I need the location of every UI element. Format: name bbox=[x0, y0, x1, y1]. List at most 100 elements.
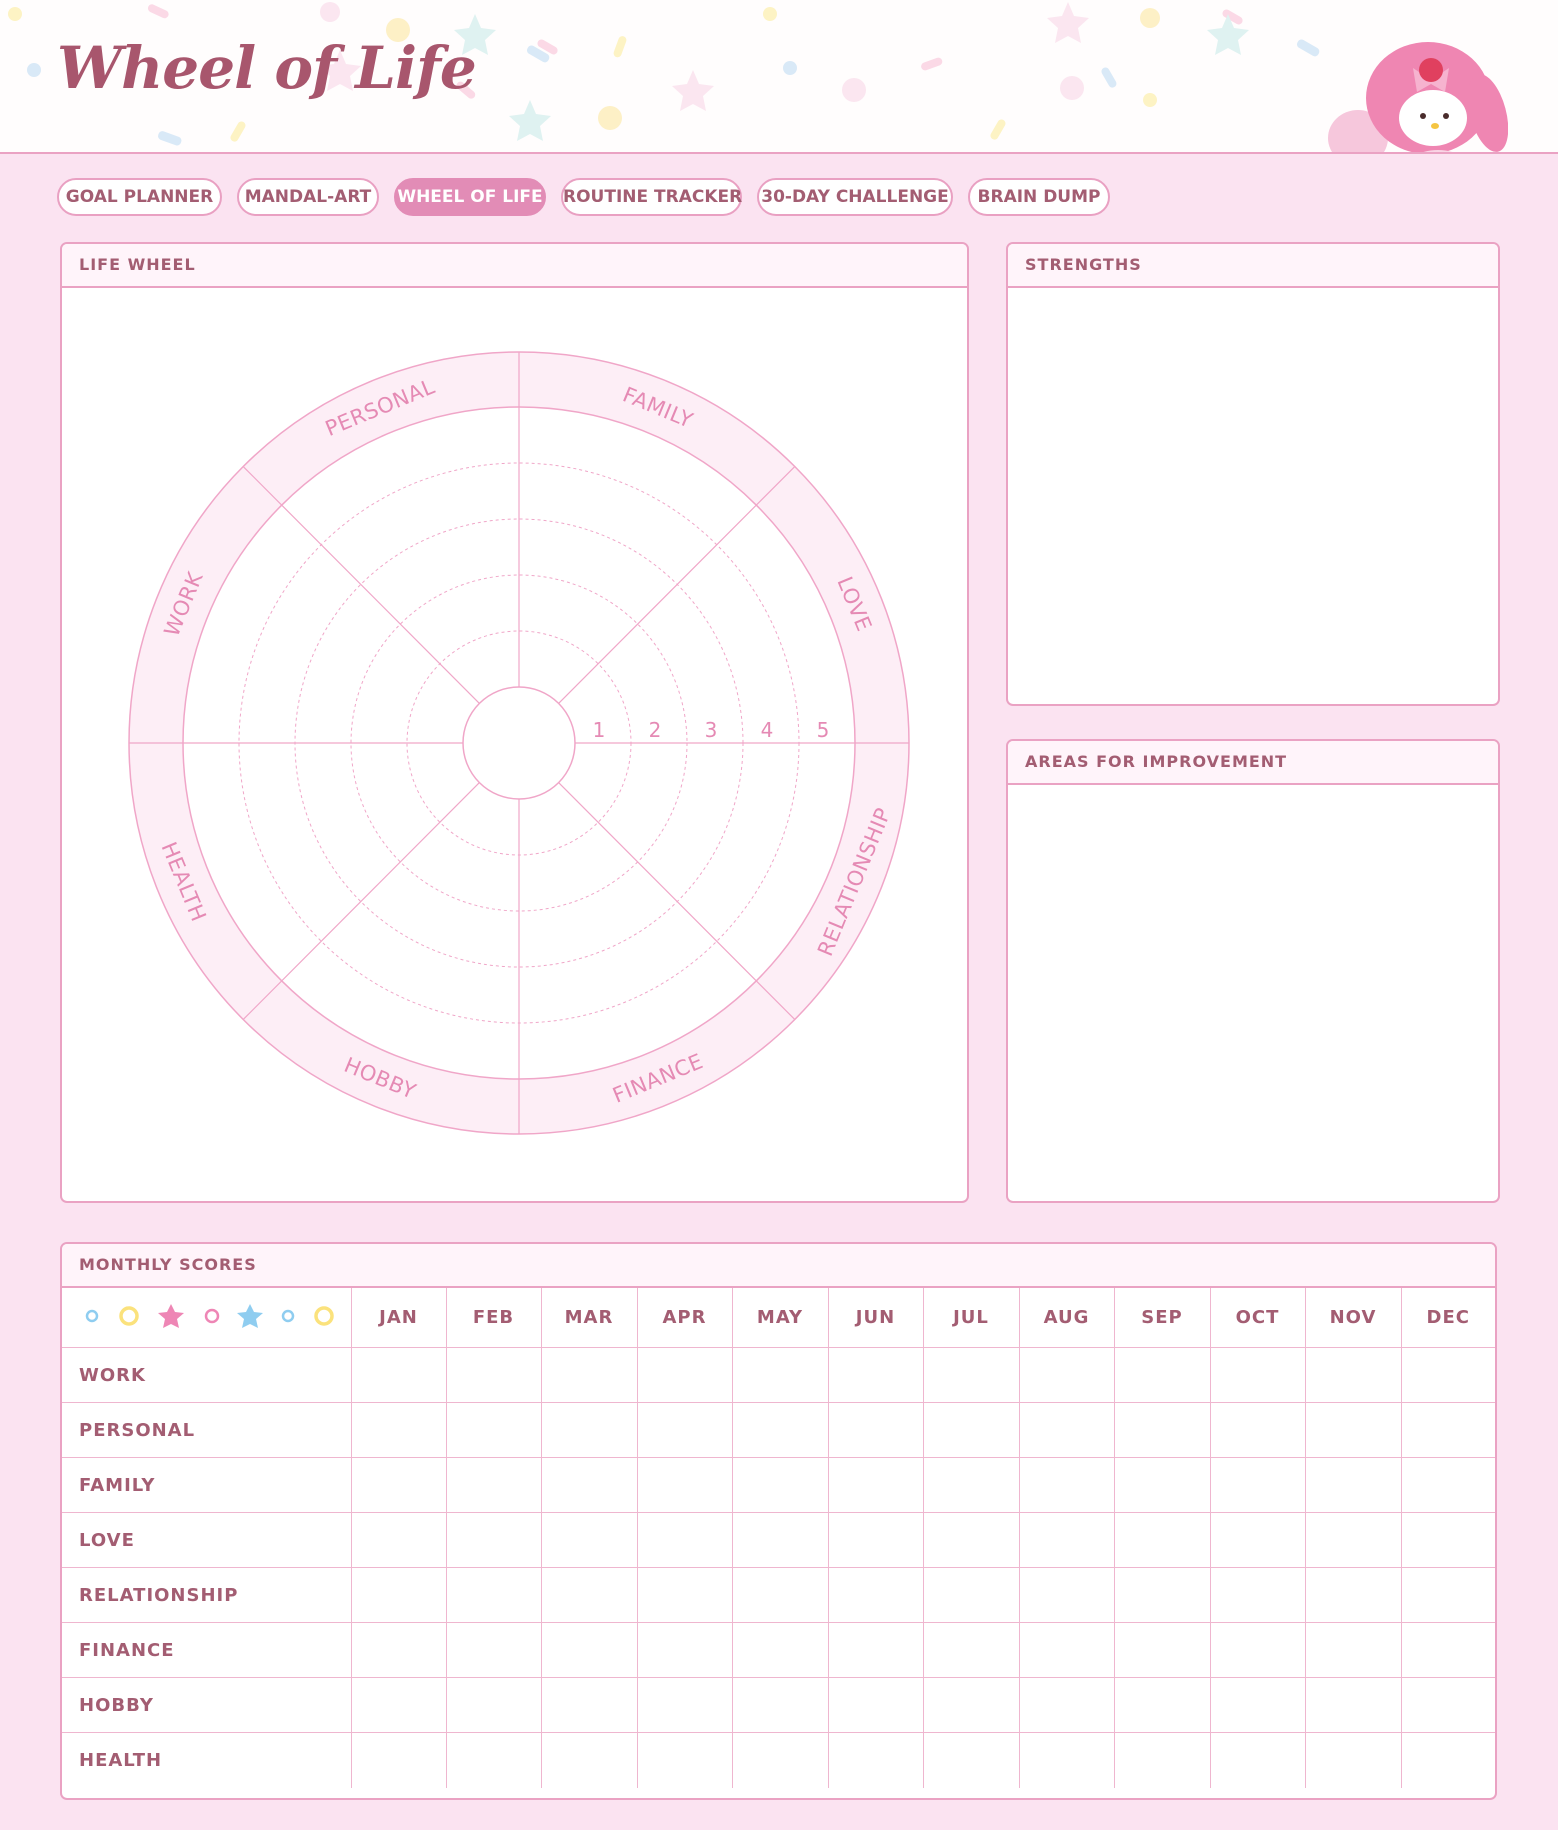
tab-wheel-of-life[interactable]: WHEEL OF LIFE bbox=[394, 178, 546, 216]
score-cell[interactable] bbox=[1018, 1347, 1115, 1403]
score-cell[interactable] bbox=[1113, 1677, 1211, 1733]
score-cell[interactable] bbox=[445, 1567, 542, 1623]
score-cell[interactable] bbox=[1018, 1567, 1115, 1623]
score-cell[interactable] bbox=[731, 1677, 829, 1733]
score-cell[interactable] bbox=[636, 1402, 733, 1458]
score-cell[interactable] bbox=[1304, 1567, 1402, 1623]
score-cell[interactable] bbox=[731, 1622, 829, 1678]
score-cell[interactable] bbox=[445, 1347, 542, 1403]
tab-30-day-challenge[interactable]: 30-DAY CHALLENGE bbox=[757, 178, 953, 216]
score-cell[interactable] bbox=[922, 1457, 1020, 1513]
score-cell[interactable] bbox=[731, 1402, 829, 1458]
score-cell[interactable] bbox=[540, 1622, 638, 1678]
score-cell[interactable] bbox=[1018, 1622, 1115, 1678]
score-cell[interactable] bbox=[922, 1622, 1020, 1678]
score-cell[interactable] bbox=[731, 1347, 829, 1403]
score-cell[interactable] bbox=[827, 1457, 924, 1513]
score-cell[interactable] bbox=[445, 1622, 542, 1678]
score-cell[interactable] bbox=[636, 1457, 733, 1513]
score-cell[interactable] bbox=[445, 1457, 542, 1513]
score-cell[interactable] bbox=[1113, 1512, 1211, 1568]
score-cell[interactable] bbox=[922, 1732, 1020, 1788]
tab-goal-planner[interactable]: GOAL PLANNER bbox=[57, 178, 222, 216]
score-cell[interactable] bbox=[350, 1732, 447, 1788]
score-cell[interactable] bbox=[1400, 1512, 1495, 1568]
score-cell[interactable] bbox=[1400, 1457, 1495, 1513]
score-cell[interactable] bbox=[636, 1622, 733, 1678]
tab-routine-tracker[interactable]: ROUTINE TRACKER bbox=[561, 178, 742, 216]
score-cell[interactable] bbox=[1209, 1457, 1306, 1513]
score-cell[interactable] bbox=[1304, 1347, 1402, 1403]
score-cell[interactable] bbox=[1304, 1402, 1402, 1458]
score-cell[interactable] bbox=[350, 1402, 447, 1458]
score-cell[interactable] bbox=[1209, 1622, 1306, 1678]
score-cell[interactable] bbox=[350, 1567, 447, 1623]
score-cell[interactable] bbox=[1018, 1677, 1115, 1733]
score-cell[interactable] bbox=[1400, 1567, 1495, 1623]
score-cell[interactable] bbox=[827, 1732, 924, 1788]
score-cell[interactable] bbox=[636, 1732, 733, 1788]
areas-for-improvement-textarea[interactable] bbox=[1008, 785, 1498, 1201]
score-cell[interactable] bbox=[445, 1732, 542, 1788]
score-cell[interactable] bbox=[1018, 1732, 1115, 1788]
score-cell[interactable] bbox=[1209, 1567, 1306, 1623]
score-cell[interactable] bbox=[922, 1567, 1020, 1623]
score-cell[interactable] bbox=[731, 1457, 829, 1513]
score-cell[interactable] bbox=[827, 1567, 924, 1623]
score-cell[interactable] bbox=[827, 1622, 924, 1678]
strengths-textarea[interactable] bbox=[1008, 288, 1498, 704]
score-cell[interactable] bbox=[1113, 1622, 1211, 1678]
score-cell[interactable] bbox=[1113, 1347, 1211, 1403]
score-cell[interactable] bbox=[350, 1622, 447, 1678]
score-cell[interactable] bbox=[540, 1457, 638, 1513]
score-cell[interactable] bbox=[1113, 1567, 1211, 1623]
score-cell[interactable] bbox=[350, 1512, 447, 1568]
score-cell[interactable] bbox=[1400, 1622, 1495, 1678]
score-cell[interactable] bbox=[922, 1677, 1020, 1733]
score-cell[interactable] bbox=[1113, 1457, 1211, 1513]
score-cell[interactable] bbox=[827, 1402, 924, 1458]
score-cell[interactable] bbox=[636, 1567, 733, 1623]
score-cell[interactable] bbox=[731, 1567, 829, 1623]
score-cell[interactable] bbox=[350, 1677, 447, 1733]
score-cell[interactable] bbox=[922, 1347, 1020, 1403]
score-cell[interactable] bbox=[1304, 1732, 1402, 1788]
score-cell[interactable] bbox=[540, 1732, 638, 1788]
score-cell[interactable] bbox=[445, 1512, 542, 1568]
score-cell[interactable] bbox=[922, 1402, 1020, 1458]
score-cell[interactable] bbox=[1018, 1512, 1115, 1568]
score-cell[interactable] bbox=[445, 1402, 542, 1458]
score-cell[interactable] bbox=[445, 1677, 542, 1733]
score-cell[interactable] bbox=[827, 1512, 924, 1568]
score-cell[interactable] bbox=[827, 1347, 924, 1403]
score-cell[interactable] bbox=[1400, 1402, 1495, 1458]
score-cell[interactable] bbox=[922, 1512, 1020, 1568]
score-cell[interactable] bbox=[1400, 1732, 1495, 1788]
score-cell[interactable] bbox=[827, 1677, 924, 1733]
score-cell[interactable] bbox=[1400, 1677, 1495, 1733]
score-cell[interactable] bbox=[540, 1512, 638, 1568]
score-cell[interactable] bbox=[540, 1567, 638, 1623]
score-cell[interactable] bbox=[1209, 1347, 1306, 1403]
score-cell[interactable] bbox=[350, 1457, 447, 1513]
tab-mandal-art[interactable]: MANDAL-ART bbox=[237, 178, 379, 216]
score-cell[interactable] bbox=[636, 1677, 733, 1733]
score-cell[interactable] bbox=[1209, 1402, 1306, 1458]
score-cell[interactable] bbox=[350, 1347, 447, 1403]
score-cell[interactable] bbox=[1113, 1732, 1211, 1788]
score-cell[interactable] bbox=[1018, 1402, 1115, 1458]
score-cell[interactable] bbox=[1400, 1347, 1495, 1403]
score-cell[interactable] bbox=[540, 1677, 638, 1733]
score-cell[interactable] bbox=[1209, 1512, 1306, 1568]
score-cell[interactable] bbox=[1304, 1512, 1402, 1568]
score-cell[interactable] bbox=[731, 1732, 829, 1788]
score-cell[interactable] bbox=[1113, 1402, 1211, 1458]
score-cell[interactable] bbox=[1209, 1732, 1306, 1788]
score-cell[interactable] bbox=[1018, 1457, 1115, 1513]
tab-brain-dump[interactable]: BRAIN DUMP bbox=[968, 178, 1110, 216]
score-cell[interactable] bbox=[1304, 1457, 1402, 1513]
score-cell[interactable] bbox=[1209, 1677, 1306, 1733]
score-cell[interactable] bbox=[731, 1512, 829, 1568]
score-cell[interactable] bbox=[540, 1402, 638, 1458]
score-cell[interactable] bbox=[1304, 1622, 1402, 1678]
